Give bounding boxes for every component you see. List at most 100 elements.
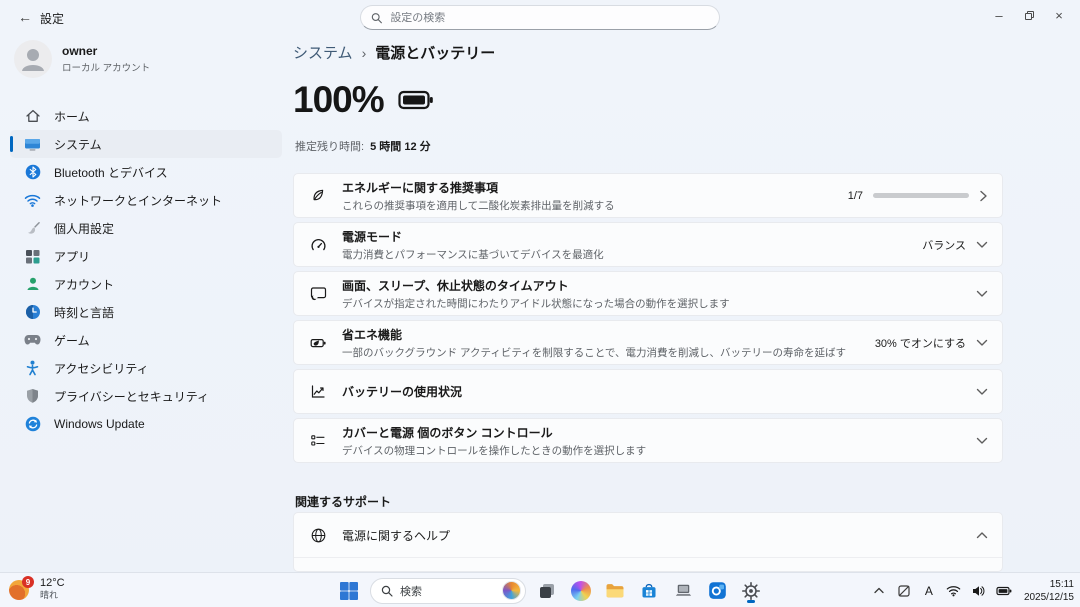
sidebar-item-gaming[interactable]: ゲーム <box>10 326 282 354</box>
sidebar-item-label: アプリ <box>54 248 90 265</box>
remaining-label: 推定残り時間: <box>295 141 364 153</box>
screen-sleep-icon <box>310 286 334 301</box>
battery-status-icon[interactable] <box>996 583 1012 599</box>
battery-status: 100% <box>293 79 434 121</box>
gear-icon <box>741 581 761 601</box>
taskbar-center: 検索 <box>336 573 764 607</box>
card-energy-recommendations[interactable]: エネルギーに関する推奨事項 これらの推奨事項を適用して二酸化炭素排出量を削減する… <box>293 173 1003 218</box>
user-account-type: ローカル アカウント <box>62 60 150 74</box>
gamepad-icon <box>24 332 41 349</box>
wifi-status-icon[interactable] <box>946 583 962 599</box>
minimize-button[interactable]: – <box>984 0 1014 30</box>
sidebar-item-privacy-security[interactable]: プライバシーとセキュリティ <box>10 382 282 410</box>
file-explorer-button[interactable] <box>602 578 628 604</box>
windows-update-icon <box>24 416 41 433</box>
task-view-icon <box>538 582 556 600</box>
sidebar-item-label: ゲーム <box>54 332 90 349</box>
sidebar-item-time-language[interactable]: 時刻と言語 <box>10 298 282 326</box>
card-lid-power-button-controls[interactable]: カバーと電源 個のボタン コントロール デバイスの物理コントロールを操作したとき… <box>293 418 1003 463</box>
bluetooth-icon <box>24 164 41 181</box>
sidebar-item-label: システム <box>54 136 102 153</box>
copilot-button[interactable] <box>568 578 594 604</box>
card-title: バッテリーの使用状況 <box>342 383 964 400</box>
device-disabled-icon[interactable] <box>896 583 912 599</box>
card-energy-saver[interactable]: 省エネ機能 一部のバックグラウンド アクティビティを制限することで、電力消費を削… <box>293 320 1003 365</box>
person-icon <box>14 40 52 78</box>
sidebar-item-accessibility[interactable]: アクセシビリティ <box>10 354 282 382</box>
chevron-down-icon <box>976 436 988 445</box>
sidebar-item-accounts[interactable]: アカウント <box>10 270 282 298</box>
card-title: 画面、スリープ、休止状態のタイムアウト <box>342 277 964 294</box>
avatar <box>14 40 52 78</box>
divider <box>294 557 1002 558</box>
back-button[interactable]: ← <box>14 7 36 27</box>
controls-list-icon <box>310 433 334 448</box>
search-icon <box>371 12 382 24</box>
taskbar-clock[interactable]: 15:11 2025/12/15 <box>1024 578 1074 604</box>
sidebar-item-system[interactable]: システム <box>10 130 282 158</box>
gauge-icon <box>310 237 334 252</box>
recommendations-progress-count: 1/7 <box>848 190 863 202</box>
titlebar: ← 設定 – × <box>0 0 1080 34</box>
sidebar: owner ローカル アカウント ホーム システム Bluetooth とデバイ… <box>0 34 290 572</box>
related-support-header: 関連するサポート <box>295 493 391 510</box>
card-title: カバーと電源 個のボタン コントロール <box>342 424 964 441</box>
sidebar-item-label: 時刻と言語 <box>54 304 114 321</box>
accessibility-icon <box>24 360 41 377</box>
breadcrumb-system-link[interactable]: システム <box>293 42 353 63</box>
settings-app-button[interactable] <box>738 578 764 604</box>
sidebar-item-home[interactable]: ホーム <box>10 102 282 130</box>
chevron-down-icon <box>976 338 988 347</box>
shield-icon <box>24 388 41 405</box>
chevron-down-icon <box>976 289 988 298</box>
settings-search-box[interactable] <box>360 5 720 30</box>
bing-icon <box>502 581 521 600</box>
breadcrumb-separator: › <box>362 45 367 61</box>
leaf-icon <box>310 188 334 204</box>
card-battery-usage[interactable]: バッテリーの使用状況 <box>293 369 1003 414</box>
close-button[interactable]: × <box>1044 0 1074 30</box>
volume-icon[interactable] <box>971 583 987 599</box>
outlook-icon <box>708 581 727 600</box>
settings-search-input[interactable] <box>390 12 709 24</box>
sidebar-item-label: アカウント <box>54 276 114 293</box>
chevron-right-icon <box>979 190 988 202</box>
chevron-up-icon <box>874 587 884 594</box>
apps-icon <box>24 248 41 265</box>
search-icon <box>381 585 393 597</box>
window-controls: – × <box>984 0 1074 30</box>
system-icon <box>24 136 41 153</box>
sidebar-item-network-internet[interactable]: ネットワークとインターネット <box>10 186 282 214</box>
recommendations-progress-bar <box>873 193 969 198</box>
user-account-block[interactable]: owner ローカル アカウント <box>14 40 150 78</box>
weather-condition: 晴れ <box>40 590 65 601</box>
sidebar-item-apps[interactable]: アプリ <box>10 242 282 270</box>
device-app-button[interactable] <box>670 578 696 604</box>
battery-full-icon <box>398 90 434 115</box>
copilot-icon <box>571 581 591 601</box>
tray-overflow-button[interactable] <box>871 583 887 599</box>
task-view-button[interactable] <box>534 578 560 604</box>
sidebar-item-personalization[interactable]: 個人用設定 <box>10 214 282 242</box>
card-screen-sleep-timeouts[interactable]: 画面、スリープ、休止状態のタイムアウト デバイスが指定された時間にわたりアイドル… <box>293 271 1003 316</box>
widgets-weather-button[interactable]: 9 12°C 晴れ <box>8 576 65 602</box>
microsoft-store-button[interactable] <box>636 578 662 604</box>
outlook-button[interactable] <box>704 578 730 604</box>
sidebar-item-windows-update[interactable]: Windows Update <box>10 410 282 438</box>
card-power-mode[interactable]: 電源モード 電力消費とパフォーマンスに基づいてデバイスを最適化 バランス <box>293 222 1003 267</box>
sidebar-item-bluetooth-devices[interactable]: Bluetooth とデバイス <box>10 158 282 186</box>
user-name: owner <box>62 44 150 58</box>
taskbar-search-button[interactable]: 検索 <box>370 578 526 604</box>
clock-date: 2025/12/15 <box>1024 591 1074 604</box>
system-tray: A 15:11 2025/12/15 <box>871 573 1074 607</box>
restore-button[interactable] <box>1014 0 1044 30</box>
battery-leaf-icon <box>310 335 334 351</box>
usage-chart-icon <box>310 384 334 399</box>
accounts-icon <box>24 276 41 293</box>
settings-window: ← 設定 – × owner ローカル アカウント ホーム <box>0 0 1080 607</box>
sidebar-item-label: 個人用設定 <box>54 220 114 237</box>
card-power-help[interactable]: 電源に関するヘルプ <box>293 512 1003 572</box>
start-button[interactable] <box>336 578 362 604</box>
ime-mode-indicator[interactable]: A <box>921 583 937 599</box>
wifi-icon <box>24 192 41 209</box>
